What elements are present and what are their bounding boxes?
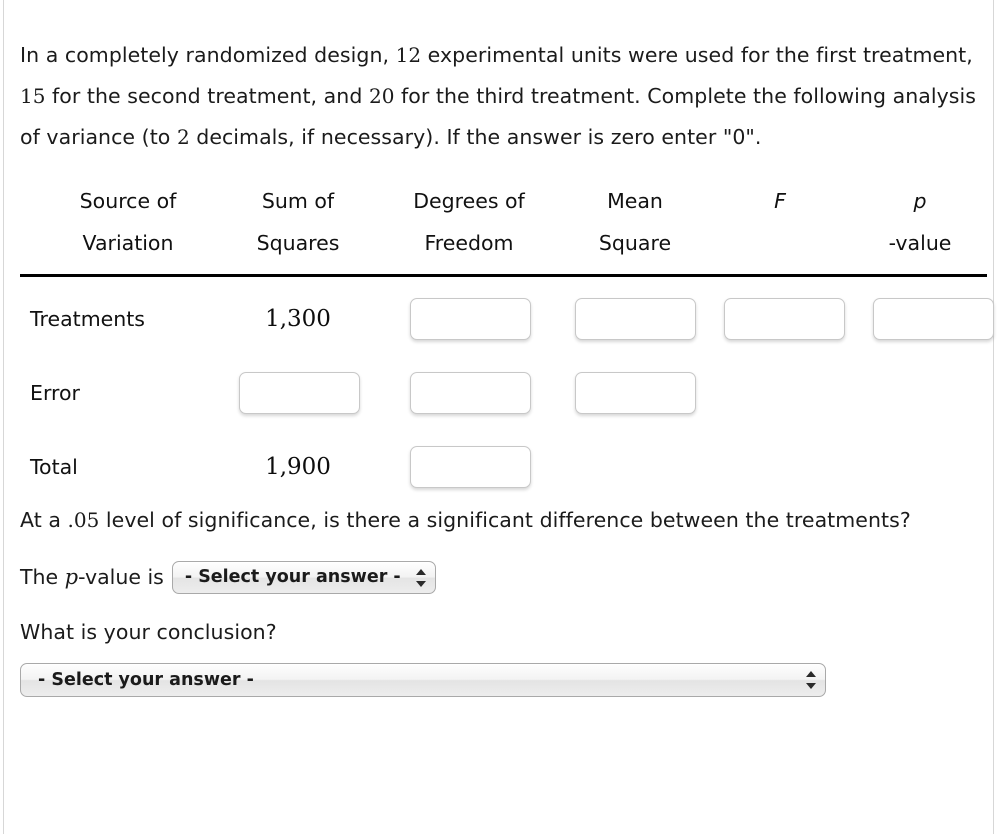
input-error-sum-of-squares[interactable] <box>239 372 360 414</box>
problem-text-part-3: for the second treatment, and <box>45 83 369 108</box>
p-value-answer-line: The p-value is - Select your answer - <box>20 557 978 598</box>
header-degrees-of-freedom: Degrees of Freedom <box>413 189 525 255</box>
problem-text-part-1: In a completely randomized design, <box>20 42 396 67</box>
anova-table-header-row: Source of Variation Sum of Squares Degre… <box>20 178 978 270</box>
anova-table: Source of Variation Sum of Squares Degre… <box>20 178 994 500</box>
row-label-treatments: Treatments <box>30 307 145 331</box>
p-value-select-label: - Select your answer - <box>184 567 401 587</box>
row-label-error: Error <box>30 381 80 405</box>
row-label-total: Total <box>30 455 78 479</box>
input-treatments-mean-square[interactable] <box>575 298 696 340</box>
p-value-select[interactable]: - Select your answer - <box>171 561 436 594</box>
chevron-updown-icon <box>806 670 816 690</box>
header-p-value: p -value <box>888 189 952 255</box>
header-source-of-variation: Source of Variation <box>79 189 177 255</box>
header-mean-square: Mean Square <box>598 189 672 255</box>
conclusion-answer-line: - Select your answer - <box>20 663 978 697</box>
header-f: F <box>774 189 786 213</box>
problem-statement: In a completely randomized design, 12 ex… <box>20 35 980 158</box>
table-row-error: Error <box>20 356 987 430</box>
conclusion-select[interactable]: - Select your answer - <box>20 663 826 697</box>
significance-level: .05 <box>67 508 100 532</box>
conclusion-select-label: - Select your answer - <box>38 670 254 690</box>
significance-text-part-2: level of significance, is there a signif… <box>99 508 911 532</box>
table-row-treatments: Treatments 1,300 <box>20 282 994 356</box>
chevron-updown-icon <box>415 568 426 588</box>
decimal-precision: 2 <box>176 124 190 149</box>
units-second-treatment: 15 <box>20 83 46 108</box>
input-treatments-p-value[interactable] <box>873 298 994 340</box>
table-row-total: Total 1,900 <box>20 430 987 504</box>
problem-text-part-5: decimals, if necessary). If the answer i… <box>189 124 762 149</box>
p-value-prompt: The p-value is <box>20 565 164 589</box>
units-first-treatment: 12 <box>395 42 422 67</box>
input-error-mean-square[interactable] <box>575 372 696 414</box>
significance-question: At a .05 level of significance, is there… <box>20 500 940 541</box>
cell-treatments-sum-of-squares: 1,300 <box>265 306 331 332</box>
problem-text-part-2: experimental units were used for the fir… <box>421 42 973 67</box>
input-error-degrees-of-freedom[interactable] <box>410 372 531 414</box>
conclusion-question-label: What is your conclusion? <box>20 620 277 644</box>
table-header-divider <box>20 274 987 277</box>
header-sum-of-squares: Sum of Squares <box>256 189 340 255</box>
cell-total-sum-of-squares: 1,900 <box>265 454 331 480</box>
question-page: In a completely randomized design, 12 ex… <box>0 0 998 834</box>
input-total-degrees-of-freedom[interactable] <box>410 446 531 488</box>
units-third-treatment: 20 <box>368 83 395 108</box>
input-treatments-f[interactable] <box>724 298 845 340</box>
significance-text-part-1: At a <box>20 508 68 532</box>
input-treatments-degrees-of-freedom[interactable] <box>410 298 531 340</box>
